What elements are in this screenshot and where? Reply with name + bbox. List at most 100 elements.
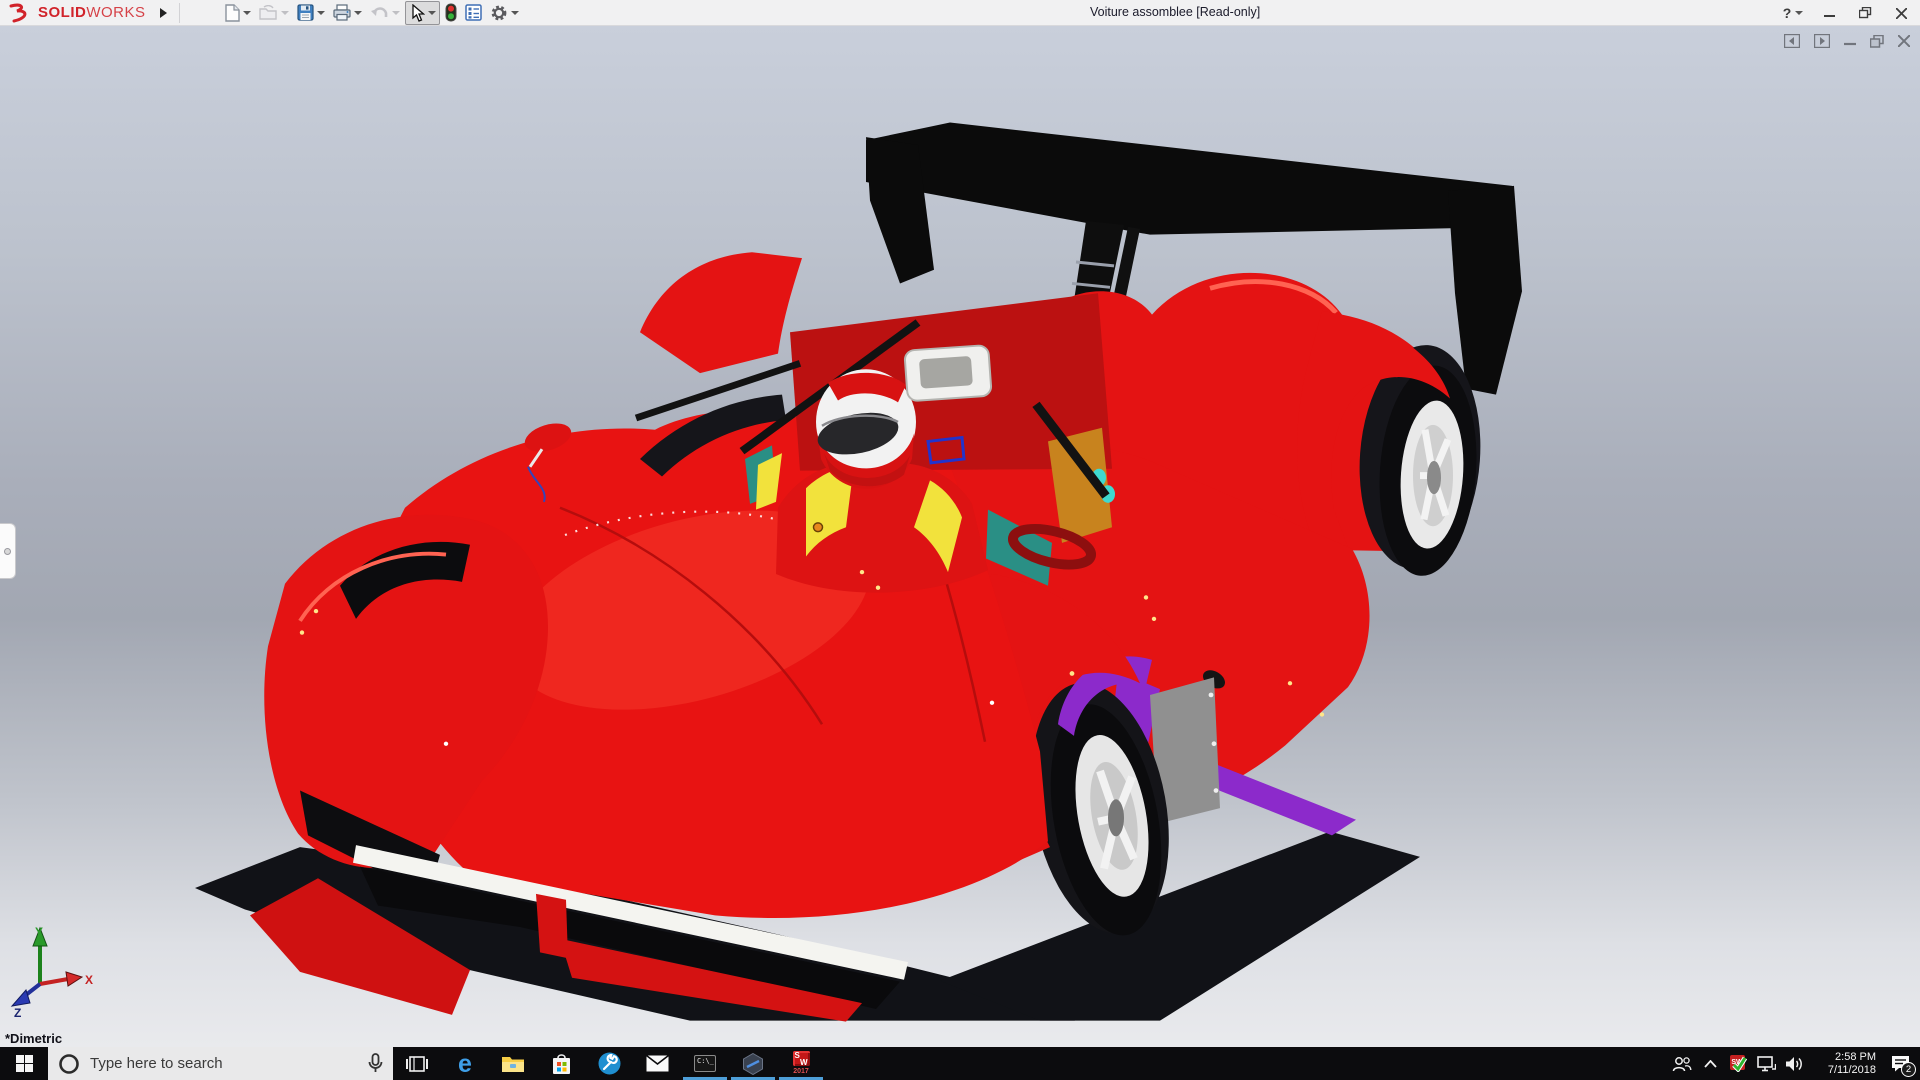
taskbar-app-solidworks[interactable]: SW 2017 (777, 1047, 825, 1080)
minimize-icon (1824, 8, 1835, 19)
new-document-caret[interactable] (243, 11, 251, 15)
network-icon (1757, 1056, 1776, 1072)
close-icon (1896, 8, 1907, 19)
taskbar-app-settings-tool[interactable] (585, 1047, 633, 1080)
triad-x-label: X (85, 973, 93, 987)
solidworks-logo[interactable]: SOLIDWORKS (0, 0, 146, 25)
store-icon (551, 1053, 572, 1075)
doc-minimize-button[interactable] (1844, 35, 1856, 47)
doc-restore-button[interactable] (1870, 35, 1884, 48)
solidworks-check-icon: SW (1730, 1055, 1747, 1072)
rebuild-button[interactable] (442, 1, 460, 25)
edrawings-icon (742, 1053, 764, 1075)
undo-icon (370, 5, 389, 20)
taskbar-app-edge[interactable]: e (441, 1047, 489, 1080)
toolbar-separator (179, 3, 180, 23)
graphics-viewport[interactable]: Y X Z *Dimetric (0, 26, 1920, 1047)
open-caret[interactable] (281, 11, 289, 15)
doc-close-button[interactable] (1898, 35, 1910, 47)
display-pane-button[interactable] (462, 1, 485, 25)
selection-point[interactable] (814, 523, 823, 532)
clock-date: 7/11/2018 (1808, 1064, 1876, 1077)
orientation-triad: Y X Z (2, 922, 97, 1017)
notification-badge: 2 (1901, 1062, 1916, 1077)
search-input[interactable] (90, 1055, 358, 1072)
options-button[interactable] (487, 1, 522, 25)
doc-window-controls (1784, 34, 1910, 48)
select-caret[interactable] (428, 11, 436, 15)
undo-button[interactable] (367, 1, 403, 25)
save-icon (297, 4, 314, 21)
triad-y-label: Y (35, 925, 43, 939)
solidworks-window: SOLIDWORKS (0, 0, 1920, 1080)
taskbar-app-edrawings[interactable] (729, 1047, 777, 1080)
print-button[interactable] (330, 1, 365, 25)
mail-icon (646, 1055, 669, 1072)
document-title: Voiture assomblee [Read-only] (1090, 5, 1260, 19)
taskbar-app-command-prompt[interactable]: C:\_ (681, 1047, 729, 1080)
menu-flyout-arrow[interactable] (160, 8, 167, 18)
feature-manager-tab-dot (4, 548, 11, 555)
close-button[interactable] (1888, 2, 1914, 24)
wrench-tool-icon (598, 1052, 621, 1075)
titlebar: SOLIDWORKS (0, 0, 1920, 26)
print-caret[interactable] (354, 11, 362, 15)
network-button[interactable] (1752, 1047, 1780, 1080)
taskbar-app-task-view[interactable] (393, 1047, 441, 1080)
save-button[interactable] (294, 1, 328, 25)
triad-z-label: Z (14, 1006, 21, 1017)
window-controls: ? (1780, 0, 1914, 26)
volume-button[interactable] (1780, 1047, 1808, 1080)
speaker-icon (1785, 1056, 1804, 1072)
taskbar-app-file-explorer[interactable] (489, 1047, 537, 1080)
clock-time: 2:58 PM (1808, 1051, 1876, 1064)
microphone-icon[interactable] (368, 1053, 383, 1074)
select-cursor-icon (409, 4, 425, 22)
system-tray: SW (1668, 1047, 1920, 1080)
cortana-icon (58, 1053, 80, 1075)
solidworks-monitor-button[interactable]: SW (1724, 1047, 1752, 1080)
open-icon (259, 5, 278, 21)
open-button[interactable] (256, 1, 292, 25)
save-caret[interactable] (317, 11, 325, 15)
help-caret[interactable] (1795, 11, 1803, 15)
people-icon (1672, 1056, 1692, 1072)
options-caret[interactable] (511, 11, 519, 15)
feature-manager-tab[interactable] (0, 523, 16, 579)
rearview-mirror[interactable] (904, 345, 991, 401)
edge-icon: e (458, 1052, 472, 1076)
people-button[interactable] (1668, 1047, 1696, 1080)
view-orientation-label: *Dimetric (5, 1031, 62, 1046)
left-fender-hump[interactable] (640, 252, 802, 373)
taskbar-app-mail[interactable] (633, 1047, 681, 1080)
new-document-button[interactable] (222, 1, 254, 25)
chevron-up-icon (1704, 1060, 1717, 1068)
restore-icon (1859, 7, 1872, 19)
brand-text: SOLIDWORKS (38, 4, 146, 21)
taskbar: e (0, 1047, 1920, 1080)
quick-access-toolbar (222, 1, 522, 25)
taskbar-clock[interactable]: 2:58 PM 7/11/2018 (1808, 1051, 1880, 1077)
new-document-icon (225, 4, 240, 22)
taskbar-app-store[interactable] (537, 1047, 585, 1080)
options-gear-icon (490, 4, 508, 22)
help-button[interactable]: ? (1780, 2, 1806, 24)
command-prompt-icon: C:\_ (694, 1055, 716, 1072)
rebuild-traffic-light-icon (445, 3, 457, 22)
car-model[interactable] (0, 26, 1920, 1047)
display-pane-icon (465, 4, 482, 21)
undo-caret[interactable] (392, 11, 400, 15)
start-button[interactable] (0, 1047, 48, 1080)
restore-button[interactable] (1852, 2, 1878, 24)
minimize-button[interactable] (1816, 2, 1842, 24)
hidden-icons-button[interactable] (1696, 1047, 1724, 1080)
print-icon (333, 4, 351, 21)
file-explorer-icon (501, 1054, 525, 1073)
action-center-button[interactable]: 2 (1880, 1047, 1920, 1080)
show-right-pane-button[interactable] (1814, 34, 1830, 48)
taskbar-search[interactable] (48, 1047, 393, 1080)
show-left-pane-button[interactable] (1784, 34, 1800, 48)
solidworks-2017-icon: SW 2017 (793, 1051, 810, 1076)
select-button[interactable] (405, 1, 440, 25)
solidworks-year-label: 2017 (793, 1067, 809, 1076)
